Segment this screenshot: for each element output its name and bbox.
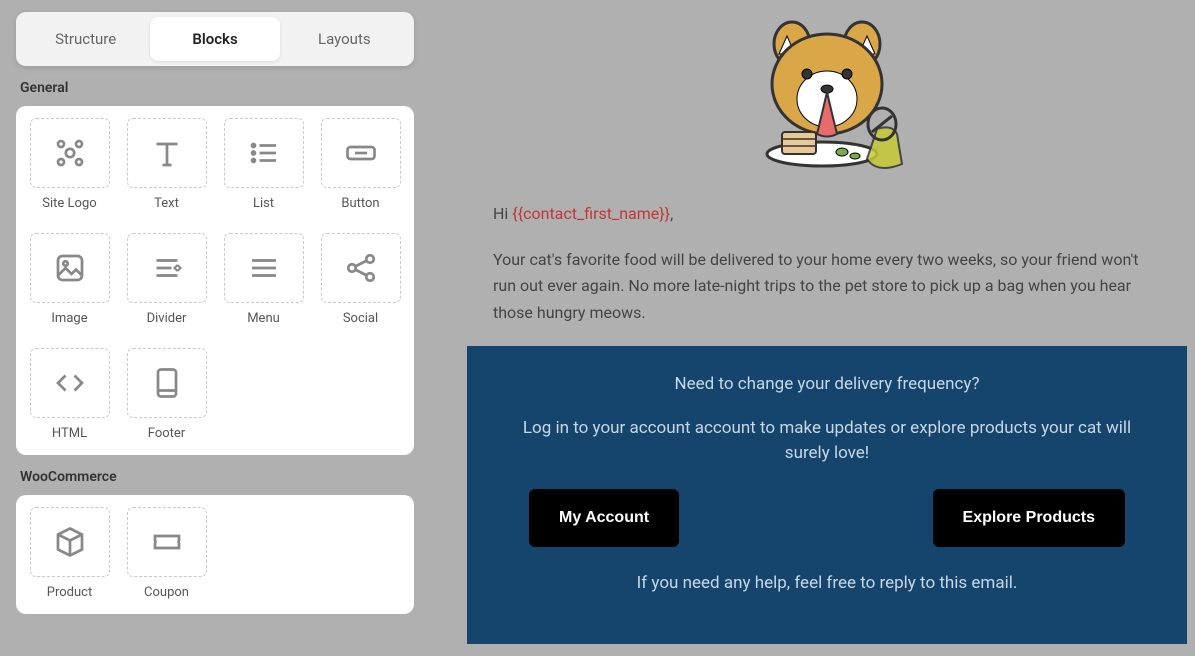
image-icon: [52, 250, 88, 286]
divider-icon: [149, 250, 185, 286]
button-icon: [343, 135, 379, 171]
list-icon: [246, 135, 282, 171]
block-menu[interactable]: [224, 233, 304, 303]
greeting-prefix: Hi: [493, 204, 512, 223]
block-label: Coupon: [125, 585, 208, 600]
cta-band: Need to change your delivery frequency? …: [467, 346, 1187, 644]
coupon-icon: [149, 524, 185, 560]
block-label: Footer: [125, 426, 208, 441]
hero-image: [493, 14, 1161, 184]
social-icon: [343, 250, 379, 286]
tab-bar: Structure Blocks Layouts: [16, 12, 414, 66]
block-label: HTML: [28, 426, 111, 441]
block-image[interactable]: [30, 233, 110, 303]
section-woo-title: WooCommerce: [20, 469, 414, 485]
block-coupon[interactable]: [127, 507, 207, 577]
blocks-sidebar: Structure Blocks Layouts General Site Lo…: [16, 12, 414, 614]
band-question: Need to change your delivery frequency?: [509, 372, 1145, 398]
woo-panel: Product Coupon: [16, 495, 414, 614]
block-list[interactable]: [224, 118, 304, 188]
greeting: Hi {{contact_first_name}},: [493, 204, 1161, 223]
block-product[interactable]: [30, 507, 110, 577]
block-label: Menu: [222, 311, 305, 326]
block-label: Button: [319, 196, 402, 211]
tab-layouts[interactable]: Layouts: [280, 17, 409, 61]
greeting-variable: {{contact_first_name}}: [512, 204, 670, 223]
block-button[interactable]: [321, 118, 401, 188]
band-paragraph: Log in to your account account to make u…: [509, 416, 1145, 467]
block-label: Social: [319, 311, 402, 326]
block-label: Product: [28, 585, 111, 600]
block-label: List: [222, 196, 305, 211]
tab-blocks[interactable]: Blocks: [150, 17, 279, 61]
block-footer[interactable]: [127, 348, 207, 418]
email-preview: Hi {{contact_first_name}}, Your cat's fa…: [467, 0, 1187, 656]
block-social[interactable]: [321, 233, 401, 303]
my-account-button[interactable]: My Account: [529, 489, 679, 547]
text-icon: [149, 135, 185, 171]
block-site-logo[interactable]: [30, 118, 110, 188]
html-icon: [52, 365, 88, 401]
tab-structure[interactable]: Structure: [21, 17, 150, 61]
help-text: If you need any help, feel free to reply…: [509, 571, 1145, 597]
block-label: Divider: [125, 311, 208, 326]
body-text: Your cat's favorite food will be deliver…: [493, 247, 1161, 326]
section-general-title: General: [20, 80, 414, 96]
block-label: Text: [125, 196, 208, 211]
footer-icon: [149, 365, 185, 401]
block-text[interactable]: [127, 118, 207, 188]
product-icon: [52, 524, 88, 560]
menu-icon: [246, 250, 282, 286]
general-panel: Site Logo Text List Button: [16, 106, 414, 455]
site-logo-icon: [52, 135, 88, 171]
block-html[interactable]: [30, 348, 110, 418]
greeting-suffix: ,: [670, 204, 673, 223]
block-divider[interactable]: [127, 233, 207, 303]
explore-products-button[interactable]: Explore Products: [933, 489, 1125, 547]
block-label: Site Logo: [28, 196, 111, 211]
block-label: Image: [28, 311, 111, 326]
